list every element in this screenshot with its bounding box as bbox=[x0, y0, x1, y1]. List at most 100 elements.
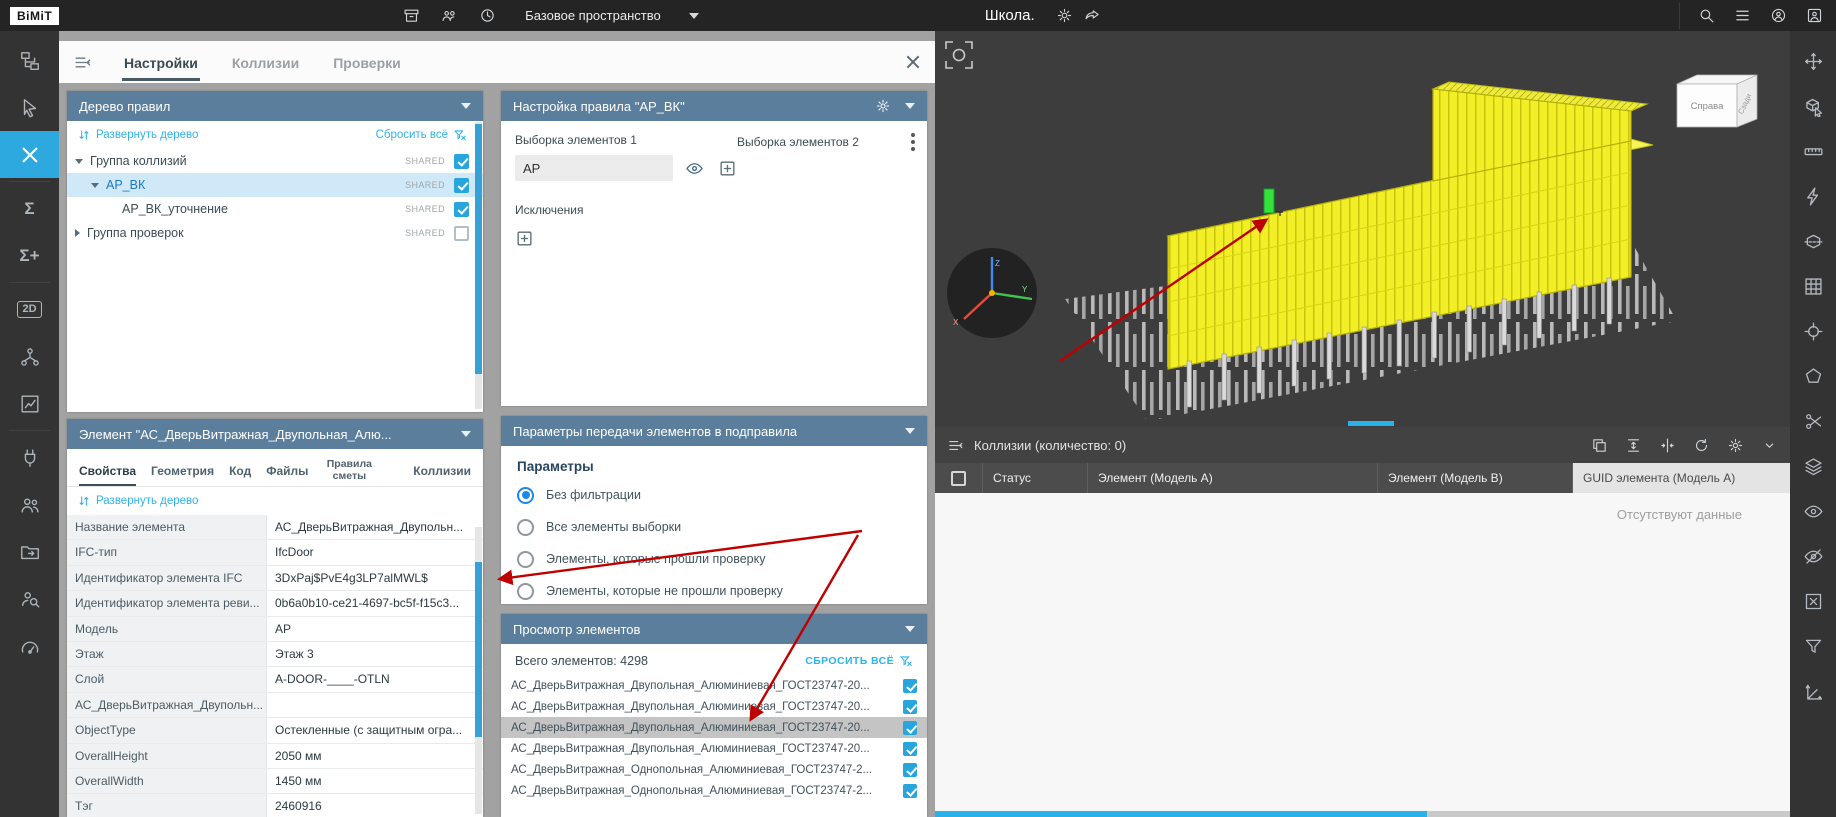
column-header-element-b[interactable]: Элемент (Модель В) bbox=[1378, 463, 1573, 493]
section-cube-icon[interactable] bbox=[1790, 219, 1836, 264]
filter-option[interactable]: Элементы, которые не прошли проверку bbox=[501, 575, 927, 604]
gear-icon[interactable] bbox=[875, 98, 891, 114]
scrollbar[interactable] bbox=[475, 122, 482, 409]
table-row[interactable]: АС_ДверьВитражная_Двупольн... bbox=[67, 693, 483, 718]
table-row[interactable]: СлойA-DOOR-____-OTLN bbox=[67, 667, 483, 692]
column-header-element-a[interactable]: Элемент (Модель А) bbox=[1088, 463, 1378, 493]
gear-icon[interactable] bbox=[1727, 437, 1744, 454]
select-element-icon[interactable] bbox=[1790, 84, 1836, 129]
move-pan-icon[interactable] bbox=[1790, 39, 1836, 84]
chevron-down-icon[interactable] bbox=[905, 103, 915, 109]
table-row[interactable]: OverallHeight2050 мм bbox=[67, 744, 483, 769]
navigation-cube[interactable]: Справа Сзади bbox=[1677, 75, 1757, 127]
tab-collisions[interactable]: Коллизии bbox=[230, 44, 301, 81]
expand-tree-link[interactable]: Развернуть дерево bbox=[77, 494, 198, 508]
user-search-icon[interactable] bbox=[0, 575, 59, 622]
tab-checks[interactable]: Проверки bbox=[331, 44, 403, 81]
scrollbar-thumb[interactable] bbox=[935, 811, 1427, 817]
item-checkbox[interactable] bbox=[903, 679, 917, 693]
item-checkbox[interactable] bbox=[903, 784, 917, 798]
collapse-panel-icon[interactable] bbox=[73, 53, 92, 72]
dashboard-gauge-icon[interactable] bbox=[0, 622, 59, 669]
collisions-menu-icon[interactable] bbox=[947, 437, 964, 454]
list-item[interactable]: АС_ДверьВитражная_Двупольная_Алюминиевая… bbox=[501, 738, 927, 759]
hierarchy-icon[interactable] bbox=[0, 333, 59, 380]
radio-icon[interactable] bbox=[517, 551, 534, 568]
caret-right-icon[interactable] bbox=[75, 229, 80, 237]
element-panel-header[interactable]: Элемент "АС_ДверьВитражная_Двупольная_Ал… bbox=[67, 419, 483, 449]
table-row[interactable]: Название элементаАС_ДверьВитражная_Двупо… bbox=[67, 515, 483, 540]
duplicate-icon[interactable] bbox=[1591, 437, 1608, 454]
radio-icon[interactable] bbox=[517, 519, 534, 536]
reset-all-link[interactable]: Сбросить всё bbox=[376, 128, 467, 142]
plugin-icon[interactable] bbox=[0, 434, 59, 481]
tab-code[interactable]: Код bbox=[229, 464, 251, 486]
table-row[interactable]: ObjectTypeОстекленные (с защитным огра..… bbox=[67, 718, 483, 743]
view-2d-icon[interactable]: 2D bbox=[0, 286, 59, 333]
table-row[interactable]: IFC-типIfcDoor bbox=[67, 540, 483, 565]
table-row[interactable]: ЭтажЭтаж 3 bbox=[67, 642, 483, 667]
item-checkbox[interactable] bbox=[903, 742, 917, 756]
expand-tree-link[interactable]: Развернуть дерево bbox=[77, 128, 198, 142]
selection1-input[interactable] bbox=[515, 155, 673, 181]
tree-node[interactable]: АР_ВК_уточнение SHARED bbox=[67, 197, 483, 221]
fit-height-icon[interactable] bbox=[1625, 437, 1642, 454]
model-tree-icon[interactable] bbox=[0, 37, 59, 84]
close-icon[interactable] bbox=[905, 54, 921, 70]
tab-collisions[interactable]: Коллизии bbox=[413, 464, 471, 486]
select-cursor-icon[interactable] bbox=[0, 84, 59, 131]
export-icon[interactable] bbox=[0, 528, 59, 575]
models-archive-icon[interactable] bbox=[397, 3, 425, 29]
reset-all-link[interactable]: СБРОСИТЬ ВСЁ bbox=[805, 654, 913, 668]
column-header-status[interactable]: Статус bbox=[983, 463, 1088, 493]
highlighted-element[interactable] bbox=[1264, 189, 1274, 213]
scrollbar-thumb[interactable] bbox=[475, 562, 482, 737]
lightning-icon[interactable] bbox=[1790, 174, 1836, 219]
node-checkbox[interactable] bbox=[454, 178, 469, 193]
layers-icon[interactable] bbox=[1790, 444, 1836, 489]
tree-node-selected[interactable]: АР_ВК SHARED bbox=[67, 173, 483, 197]
node-checkbox[interactable] bbox=[454, 154, 469, 169]
add-selection-icon[interactable] bbox=[715, 156, 739, 180]
users-icon[interactable] bbox=[0, 481, 59, 528]
sum-icon[interactable]: Σ bbox=[0, 185, 59, 232]
filter-option[interactable]: Элементы, которые прошли проверку bbox=[501, 543, 927, 575]
team-icon[interactable] bbox=[435, 3, 463, 29]
axes-icon[interactable] bbox=[1790, 669, 1836, 714]
tree-node[interactable]: Группа коллизий SHARED bbox=[67, 149, 483, 173]
list-item[interactable]: АС_ДверьВитражная_Двупольная_Алюминиевая… bbox=[501, 675, 927, 696]
radio-selected-icon[interactable] bbox=[517, 487, 534, 504]
node-checkbox[interactable] bbox=[454, 202, 469, 217]
workspace-selector[interactable]: Базовое пространство bbox=[525, 8, 699, 23]
chevron-down-icon[interactable] bbox=[1761, 437, 1778, 454]
polygon-select-icon[interactable] bbox=[1790, 354, 1836, 399]
analytics-icon[interactable] bbox=[0, 380, 59, 427]
search-icon[interactable] bbox=[1692, 3, 1720, 29]
rule-tree-header[interactable]: Дерево правил bbox=[67, 91, 483, 121]
table-row[interactable]: OverallWidth1450 мм bbox=[67, 769, 483, 794]
radio-icon[interactable] bbox=[517, 583, 534, 600]
list-item[interactable]: АС_ДверьВитражная_Однопольная_Алюминиева… bbox=[501, 780, 927, 801]
account-icon[interactable] bbox=[1764, 3, 1792, 29]
kebab-menu-icon[interactable] bbox=[911, 133, 915, 137]
tab-settings[interactable]: Настройки bbox=[122, 44, 200, 81]
viewport-3d[interactable]: Z Y X Справа Сзади bbox=[935, 31, 1790, 427]
chevron-down-icon[interactable] bbox=[461, 431, 471, 437]
hide-eye-icon[interactable] bbox=[1790, 534, 1836, 579]
visibility-eye-icon[interactable] bbox=[682, 156, 706, 180]
tree-node[interactable]: Группа проверок SHARED bbox=[67, 221, 483, 245]
column-header-guid[interactable]: GUID элемента (Модель А) bbox=[1573, 463, 1790, 493]
refresh-icon[interactable] bbox=[1693, 437, 1710, 454]
caret-down-icon[interactable] bbox=[75, 159, 83, 164]
item-checkbox[interactable] bbox=[903, 721, 917, 735]
sum-plus-icon[interactable]: Σ+ bbox=[0, 232, 59, 279]
tab-files[interactable]: Файлы bbox=[266, 464, 308, 486]
node-checkbox[interactable] bbox=[454, 226, 469, 241]
item-checkbox[interactable] bbox=[903, 700, 917, 714]
scrollbar-thumb[interactable] bbox=[475, 124, 482, 374]
tab-estimate-rules[interactable]: Правила сметы bbox=[323, 458, 375, 486]
viewport-scroll-indicator[interactable] bbox=[1348, 421, 1394, 426]
grid-icon[interactable] bbox=[1790, 264, 1836, 309]
filter-icon[interactable] bbox=[1790, 624, 1836, 669]
tab-geometry[interactable]: Геометрия bbox=[151, 464, 214, 486]
